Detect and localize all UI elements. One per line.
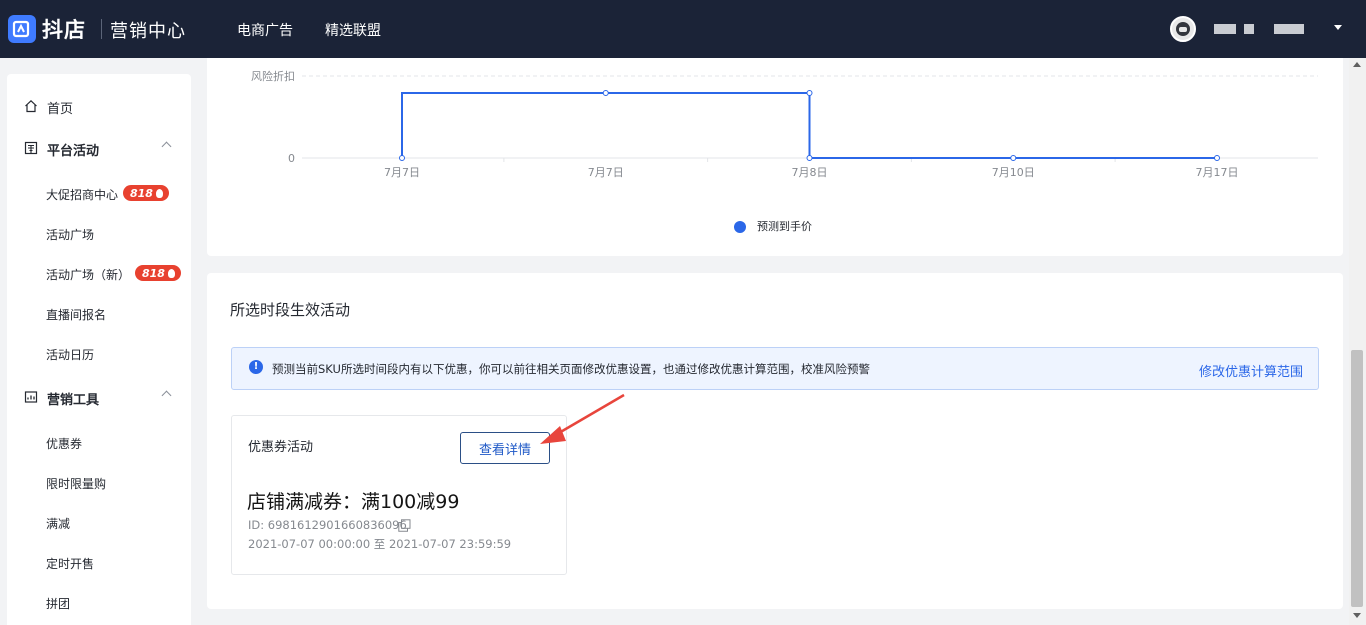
badge-text: 818 — [130, 187, 153, 200]
notice-banner: ! 预测当前SKU所选时间段内有以下优惠，你可以前往相关页面修改优惠设置，也通过… — [231, 347, 1319, 390]
x-tick-label: 7月7日 — [384, 166, 420, 179]
x-tick-label: 7月7日 — [588, 166, 624, 179]
shop-name-masked — [1274, 24, 1304, 34]
data-point — [1010, 155, 1017, 161]
chevron-up-icon[interactable] — [161, 141, 172, 152]
user-avatar[interactable] — [1170, 16, 1196, 42]
risk-chart-card: 风险折扣 0 7月7日 7月7日 7月8日 7月10日 7月17日预测到手价 — [207, 58, 1343, 256]
sidebar-item-activity-square-new[interactable]: 活动广场（新） — [46, 266, 130, 283]
activity-type-label: 优惠券活动 — [248, 440, 314, 455]
coupon-validity-period: 2021-07-07 00:00:00 至 2021-07-07 23:59:5… — [248, 537, 512, 551]
marketing-tools-icon — [24, 391, 38, 403]
user-name-masked-2 — [1244, 24, 1254, 34]
sidebar-group-label: 平台活动 — [47, 144, 100, 159]
copy-icon[interactable] — [398, 519, 411, 532]
nav-selected-alliance[interactable]: 精选联盟 — [325, 20, 381, 40]
brand-divider — [101, 19, 102, 39]
brand-name[interactable]: 抖店 — [42, 14, 86, 44]
fire-icon — [155, 189, 163, 198]
series-line — [401, 92, 1217, 159]
818-badge: 818 — [123, 185, 169, 201]
x-tick-label: 7月17日 — [1196, 166, 1239, 179]
data-point — [1214, 155, 1220, 161]
scroll-down-arrow-icon[interactable] — [1353, 613, 1361, 618]
y-axis-label: 风险折扣 — [251, 69, 295, 83]
legend-label: 预测到手价 — [757, 219, 812, 233]
brand-subtitle[interactable]: 营销中心 — [110, 17, 186, 43]
sidebar-item-full-reduction[interactable]: 满减 — [46, 515, 70, 532]
logo-mark-icon — [12, 20, 30, 38]
badge-text: 818 — [142, 267, 165, 280]
home-icon — [25, 99, 37, 113]
annotation-arrow-icon — [540, 393, 625, 444]
user-name-masked — [1214, 24, 1236, 34]
fire-icon — [167, 269, 175, 278]
scroll-up-arrow-icon[interactable] — [1353, 62, 1361, 67]
scrollbar-thumb[interactable] — [1351, 350, 1363, 607]
data-point — [806, 155, 813, 161]
coupon-name: 店铺满减券：满100减99 — [247, 491, 460, 513]
data-point — [399, 155, 405, 161]
sidebar-group-label: 营销工具 — [47, 393, 100, 408]
x-tick-label: 7月8日 — [792, 166, 828, 179]
818-badge: 818 — [135, 265, 181, 281]
sidebar-group-platform-activities[interactable]: 平台活动 — [7, 130, 191, 166]
nav-ecommerce-ads[interactable]: 电商广告 — [237, 20, 293, 40]
modify-calculation-range-link[interactable]: 修改优惠计算范围 — [1199, 361, 1303, 380]
doudian-logo-icon[interactable] — [8, 15, 36, 43]
sidebar-item-flash-sale[interactable]: 限时限量购 — [46, 475, 106, 492]
active-activities-card: 所选时段生效活动 ! 预测当前SKU所选时间段内有以下优惠，你可以前往相关页面修… — [207, 273, 1343, 609]
sidebar-item-promotion-center[interactable]: 大促招商中心 — [46, 186, 118, 203]
y-tick-label: 0 — [288, 152, 295, 165]
notice-text: 预测当前SKU所选时间段内有以下优惠，你可以前往相关页面修改优惠设置，也通过修改… — [272, 362, 870, 376]
chevron-down-icon[interactable] — [1334, 25, 1342, 30]
chevron-up-icon[interactable] — [161, 390, 172, 401]
sidebar-item-label: 首页 — [47, 102, 74, 117]
data-point — [602, 90, 609, 96]
x-tick-label: 7月10日 — [992, 166, 1035, 179]
coupon-activity-card: 优惠券活动 查看详情 店铺满减券：满100减99 ID: 69816129016… — [231, 415, 567, 575]
data-point — [806, 90, 813, 96]
risk-discount-chart: 风险折扣 0 7月7日 7月7日 7月8日 7月10日 7月17日预测到手价 — [251, 69, 1318, 233]
sidebar-item-activity-square[interactable]: 活动广场 — [46, 226, 94, 243]
sidebar-item-live-signup[interactable]: 直播间报名 — [46, 306, 106, 323]
sidebar: 首页 平台活动 大促招商中心 818 活动广场 活动广场（新） 818 直播间报… — [7, 74, 191, 625]
section-title: 所选时段生效活动 — [230, 301, 351, 319]
sidebar-item-group-buy[interactable]: 拼团 — [46, 595, 70, 612]
coupon-id: ID: 6981612901660836096 — [248, 518, 407, 532]
sidebar-group-marketing-tools[interactable]: 营销工具 — [7, 379, 191, 415]
sidebar-item-home[interactable]: 首页 — [7, 88, 191, 124]
info-icon: ! — [249, 360, 263, 374]
legend-marker — [734, 221, 746, 233]
sidebar-item-scheduled-sale[interactable]: 定时开售 — [46, 555, 94, 572]
sidebar-item-coupons[interactable]: 优惠券 — [46, 435, 82, 452]
top-navigation-bar: 抖店 营销中心 电商广告 精选联盟 — [0, 0, 1366, 58]
activity-icon — [24, 141, 38, 155]
sidebar-item-activity-calendar[interactable]: 活动日历 — [46, 346, 94, 363]
